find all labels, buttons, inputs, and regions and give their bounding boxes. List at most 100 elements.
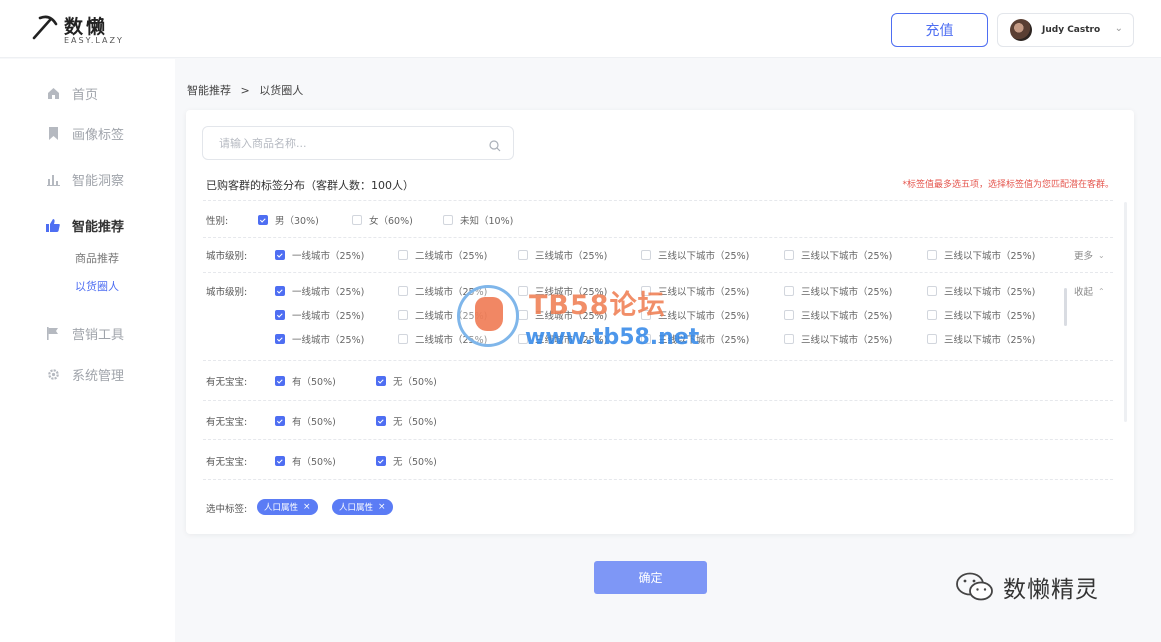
sidebar-item-system[interactable]: 系统管理 xyxy=(46,364,124,384)
checkbox[interactable] xyxy=(927,310,937,320)
more-toggle[interactable]: 更多 ⌄ xyxy=(1074,248,1105,263)
option-label: 有（50%) xyxy=(292,457,336,468)
logo-title: 数懒 xyxy=(64,16,109,38)
checkbox[interactable] xyxy=(518,250,528,260)
search-icon[interactable] xyxy=(489,137,501,156)
checkbox[interactable] xyxy=(398,250,408,260)
city-option[interactable]: 三线以下城市（25%) xyxy=(784,308,892,322)
city-list-scrollbar[interactable] xyxy=(1064,288,1067,326)
baby-option-yes[interactable]: 有（50%) xyxy=(275,414,336,428)
city-option[interactable]: 一线城市（25%) xyxy=(275,308,364,322)
checkbox[interactable] xyxy=(275,416,285,426)
checkbox[interactable] xyxy=(398,334,408,344)
city-level-label: 城市级别: xyxy=(206,251,248,262)
baby-option-yes[interactable]: 有（50%) xyxy=(275,454,336,468)
tag-label: 人口属性 xyxy=(264,503,299,513)
checkbox[interactable] xyxy=(275,334,285,344)
close-icon[interactable]: × xyxy=(378,502,386,512)
city-option[interactable]: 一线城市（25%) xyxy=(275,332,364,346)
sidebar-subitem-product-recommend[interactable]: 商品推荐 xyxy=(75,250,119,266)
checkbox[interactable] xyxy=(927,250,937,260)
sidebar-item-label: 画像标签 xyxy=(72,127,125,143)
recharge-button[interactable]: 充值 xyxy=(891,13,988,47)
city-option[interactable]: 一线城市（25%) xyxy=(275,284,364,298)
checkbox[interactable] xyxy=(927,334,937,344)
city-option[interactable]: 三线城市（25%) xyxy=(518,248,607,262)
checkbox[interactable] xyxy=(376,416,386,426)
city-option[interactable]: 三线以下城市（25%) xyxy=(784,284,892,298)
checkbox[interactable] xyxy=(275,376,285,386)
sidebar-item-insight[interactable]: 智能洞察 xyxy=(46,169,124,189)
sidebar-item-profile-tags[interactable]: 画像标签 xyxy=(46,123,124,143)
card-scrollbar[interactable] xyxy=(1124,202,1127,422)
collapse-toggle[interactable]: 收起 ⌃ xyxy=(1074,284,1105,299)
gender-option-unknown[interactable]: 未知（10%) xyxy=(443,213,513,227)
checkbox[interactable] xyxy=(443,215,453,225)
city-option[interactable]: 一线城市（25%) xyxy=(275,248,364,262)
checkbox[interactable] xyxy=(641,250,651,260)
checkbox[interactable] xyxy=(784,310,794,320)
checkbox[interactable] xyxy=(352,215,362,225)
search-input[interactable] xyxy=(219,136,469,150)
sidebar-subitem-find-people[interactable]: 以货圈人 xyxy=(75,278,119,294)
option-label: 三线以下城市（25%) xyxy=(658,251,750,262)
checkbox[interactable] xyxy=(275,250,285,260)
city-option[interactable]: 二线城市（25%) xyxy=(398,248,487,262)
checkbox[interactable] xyxy=(398,286,408,296)
pickaxe-logo-icon xyxy=(32,15,58,40)
sidebar-item-home[interactable]: 首页 xyxy=(46,83,98,103)
city-option[interactable]: 三线以下城市（25%) xyxy=(927,308,1035,322)
city-option[interactable]: 三线以下城市（25%) xyxy=(641,248,749,262)
checkbox[interactable] xyxy=(275,310,285,320)
chevron-down-icon: ⌄ xyxy=(1114,23,1123,34)
thumbs-up-icon xyxy=(46,218,60,232)
gender-option-female[interactable]: 女（60%) xyxy=(352,213,413,227)
checkbox[interactable] xyxy=(784,334,794,344)
option-label: 二线城市（25%) xyxy=(415,251,488,262)
baby-option-no[interactable]: 无（50%) xyxy=(376,454,437,468)
option-label: 无（50%) xyxy=(393,377,437,388)
checkbox[interactable] xyxy=(927,286,937,296)
divider xyxy=(203,237,1113,238)
chevron-down-icon: ⌄ xyxy=(1098,250,1105,260)
checkbox[interactable] xyxy=(376,376,386,386)
product-search xyxy=(202,126,514,160)
breadcrumb-parent[interactable]: 智能推荐 xyxy=(187,84,231,97)
checkbox[interactable] xyxy=(784,286,794,296)
city-option[interactable]: 三线以下城市（25%) xyxy=(927,248,1035,262)
checkbox[interactable] xyxy=(398,310,408,320)
gender-option-male[interactable]: 男（30%) xyxy=(258,213,319,227)
city-option[interactable]: 三线以下城市（25%) xyxy=(927,332,1035,346)
selected-tag[interactable]: 人口属性 × xyxy=(257,499,318,515)
flag-icon xyxy=(46,326,60,340)
option-label: 三线以下城市（25%) xyxy=(944,251,1036,262)
forum-watermark: TB58论坛 www.tb58.net xyxy=(457,285,717,355)
sidebar-item-recommend[interactable]: 智能推荐 xyxy=(46,215,124,235)
city-option[interactable]: 三线以下城市（25%) xyxy=(784,332,892,346)
option-label: 未知（10%) xyxy=(460,216,514,227)
checkbox[interactable] xyxy=(275,456,285,466)
logo[interactable]: 数懒 EASY.LAZY xyxy=(28,10,138,46)
home-icon xyxy=(46,86,60,100)
checkbox[interactable] xyxy=(275,286,285,296)
user-menu[interactable]: Judy Castro ⌄ xyxy=(997,13,1134,47)
baby-option-no[interactable]: 无（50%) xyxy=(376,374,437,388)
checkbox[interactable] xyxy=(258,215,268,225)
baby-option-yes[interactable]: 有（50%) xyxy=(275,374,336,388)
city-option[interactable]: 三线以下城市（25%) xyxy=(927,284,1035,298)
sidebar-item-marketing[interactable]: 营销工具 xyxy=(46,323,124,343)
checkbox[interactable] xyxy=(784,250,794,260)
top-header: 数懒 EASY.LAZY 充值 Judy Castro ⌄ xyxy=(0,0,1161,58)
option-label: 三线以下城市（25%) xyxy=(801,251,893,262)
close-icon[interactable]: × xyxy=(303,502,311,512)
distribution-note: *标签值最多选五项，选择标签值为您匹配潜在客群。 xyxy=(902,180,1114,190)
checkbox[interactable] xyxy=(376,456,386,466)
city-option[interactable]: 三线以下城市（25%) xyxy=(784,248,892,262)
option-label: 女（60%) xyxy=(369,216,413,227)
baby-label: 有无宝宝: xyxy=(206,457,248,468)
sidebar-item-label: 营销工具 xyxy=(72,327,125,343)
selected-tag[interactable]: 人口属性 × xyxy=(332,499,393,515)
option-label: 一线城市（25%) xyxy=(292,251,365,262)
confirm-button[interactable]: 确定 xyxy=(594,561,707,594)
baby-option-no[interactable]: 无（50%) xyxy=(376,414,437,428)
